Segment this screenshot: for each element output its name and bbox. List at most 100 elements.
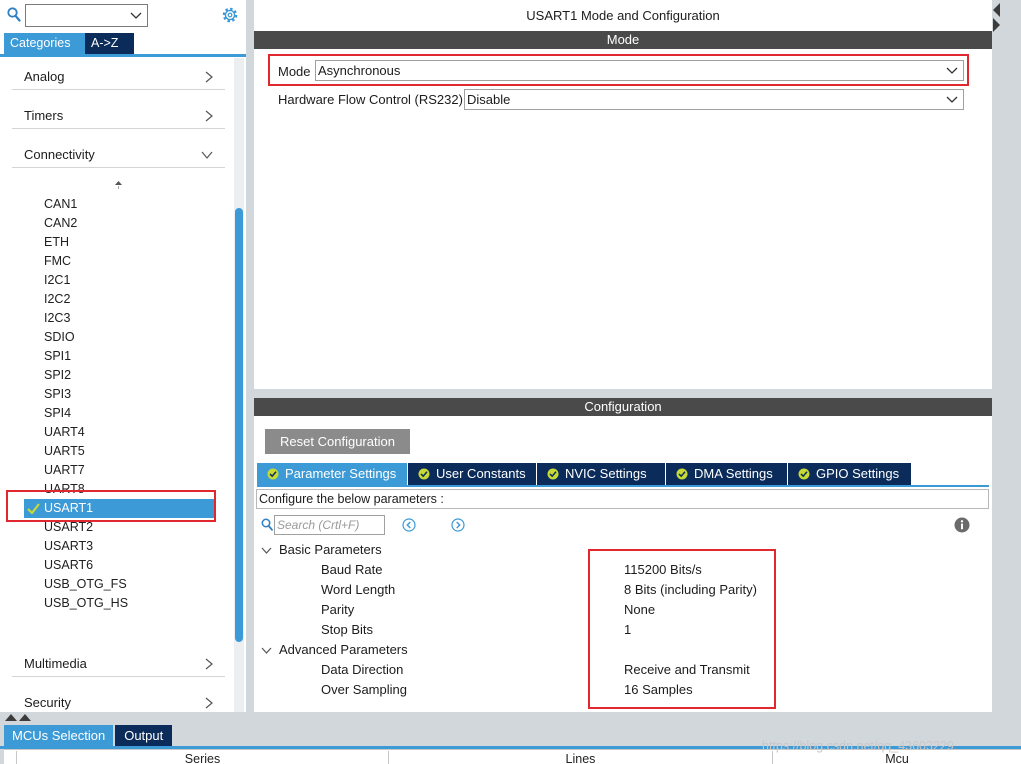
- tab-output[interactable]: Output: [115, 725, 173, 746]
- peripheral-item-spi4[interactable]: SPI4: [24, 404, 224, 423]
- mode-select[interactable]: Asynchronous: [315, 60, 964, 81]
- left-scrollbar[interactable]: [234, 58, 244, 712]
- peripheral-item-uart5[interactable]: UART5: [24, 442, 224, 461]
- left-tabs-underline: [0, 54, 246, 57]
- category-analog[interactable]: Analog: [12, 62, 225, 90]
- peripheral-label: USB_OTG_HS: [44, 596, 129, 610]
- parameter-name: Word Length: [321, 582, 396, 597]
- peripheral-label: FMC: [44, 254, 72, 268]
- tab-label: DMA Settings: [694, 466, 773, 481]
- peripheral-label: SPI4: [44, 406, 72, 420]
- peripheral-label: CAN2: [44, 216, 78, 230]
- peripheral-item-can1[interactable]: CAN1: [24, 195, 224, 214]
- scroll-up-arrow-icon[interactable]: [114, 180, 123, 190]
- bottom-tabs: MCUs Selection Output: [4, 725, 173, 746]
- peripheral-label: UART4: [44, 425, 85, 439]
- mode-select-value: Asynchronous: [318, 63, 401, 78]
- configuration-section-header: Configuration: [254, 398, 992, 416]
- chevron-down-icon[interactable]: [261, 547, 272, 555]
- tab-a-z[interactable]: A->Z: [85, 33, 134, 54]
- category-label: Security: [24, 695, 71, 710]
- tab-user-constants[interactable]: User Constants: [408, 463, 537, 485]
- bottom-splitter[interactable]: [0, 712, 1021, 724]
- chevron-right-icon: [205, 658, 213, 670]
- previous-match-icon[interactable]: [402, 518, 416, 532]
- category-label: Timers: [24, 108, 64, 123]
- peripheral-item-spi1[interactable]: SPI1: [24, 347, 224, 366]
- peripheral-item-spi3[interactable]: SPI3: [24, 385, 224, 404]
- category-security[interactable]: Security: [12, 688, 225, 712]
- mode-section: Mode Asynchronous Hardware Flow Control …: [254, 49, 992, 389]
- peripheral-item-can2[interactable]: CAN2: [24, 214, 224, 233]
- peripheral-item-usb-otg-hs[interactable]: USB_OTG_HS: [24, 594, 224, 613]
- column-header-series[interactable]: Series: [16, 751, 388, 764]
- parameter-name: Baud Rate: [321, 562, 383, 577]
- category-connectivity[interactable]: Connectivity: [12, 140, 225, 168]
- search-combobox[interactable]: [25, 4, 148, 27]
- peripheral-label: UART5: [44, 444, 85, 458]
- check-circle-icon: [267, 468, 279, 480]
- chevron-down-icon[interactable]: [261, 647, 272, 655]
- column-header-lines[interactable]: Lines: [388, 751, 772, 764]
- peripheral-label: USB_OTG_FS: [44, 577, 127, 591]
- peripheral-item-fmc[interactable]: FMC: [24, 252, 224, 271]
- flow-control-select[interactable]: Disable: [464, 89, 964, 110]
- peripheral-item-i2c2[interactable]: I2C2: [24, 290, 224, 309]
- collapse-arrow-icon[interactable]: [993, 3, 1001, 17]
- peripheral-item-sdio[interactable]: SDIO: [24, 328, 224, 347]
- category-label: Analog: [24, 69, 65, 84]
- peripheral-item-uart4[interactable]: UART4: [24, 423, 224, 442]
- peripheral-item-i2c3[interactable]: I2C3: [24, 309, 224, 328]
- category-label: Connectivity: [24, 147, 95, 162]
- tab-dma-settings[interactable]: DMA Settings: [666, 463, 788, 485]
- peripheral-label: USART2: [44, 520, 94, 534]
- gear-icon[interactable]: [221, 6, 239, 24]
- check-circle-icon: [798, 468, 810, 480]
- tab-gpio-settings[interactable]: GPIO Settings: [788, 463, 912, 485]
- parameter-name: Parity: [321, 602, 355, 617]
- peripheral-list: CAN1 CAN2 ETH FMC I2C1 I2C2 I2C3 SDIO SPI1 SPI2 SP…: [24, 195, 224, 613]
- tab-label: User Constants: [436, 466, 526, 481]
- parameter-group-label: Advanced Parameters: [279, 642, 408, 657]
- tab-categories[interactable]: Categories: [4, 33, 85, 54]
- reset-configuration-button[interactable]: Reset Configuration: [265, 429, 410, 454]
- chevron-right-icon: [205, 697, 213, 709]
- info-icon[interactable]: [954, 517, 970, 533]
- search-icon[interactable]: [261, 518, 273, 531]
- parameter-search-input[interactable]: Search (Crtl+F): [274, 515, 385, 535]
- values-highlight-box: [588, 549, 776, 709]
- tab-nvic-settings[interactable]: NVIC Settings: [537, 463, 666, 485]
- peripheral-item-spi2[interactable]: SPI2: [24, 366, 224, 385]
- left-search-row: [0, 0, 246, 32]
- section-divider[interactable]: [254, 389, 992, 398]
- flow-control-select-value: Disable: [467, 92, 511, 107]
- category-multimedia[interactable]: Multimedia: [12, 649, 225, 677]
- left-panel: Categories A->Z Analog Timers Connectivi…: [0, 0, 246, 712]
- peripheral-item-uart7[interactable]: UART7: [24, 461, 224, 480]
- tab-mcus-selection[interactable]: MCUs Selection: [4, 725, 114, 746]
- search-icon[interactable]: [7, 7, 21, 23]
- expand-arrow-icon[interactable]: [993, 18, 1001, 32]
- next-match-icon[interactable]: [451, 518, 465, 532]
- page-title: USART1 Mode and Configuration: [526, 8, 720, 23]
- peripheral-item-i2c1[interactable]: I2C1: [24, 271, 224, 290]
- peripheral-item-usart6[interactable]: USART6: [24, 556, 224, 575]
- tab-parameter-settings[interactable]: Parameter Settings: [257, 463, 408, 485]
- peripheral-label: SPI2: [44, 368, 72, 382]
- peripheral-item-usart3[interactable]: USART3: [24, 537, 224, 556]
- parameter-name: Stop Bits: [321, 622, 374, 637]
- category-timers[interactable]: Timers: [12, 101, 225, 129]
- peripheral-item-eth[interactable]: ETH: [24, 233, 224, 252]
- left-scrollbar-thumb[interactable]: [235, 208, 243, 642]
- collapse-up-icon[interactable]: [5, 714, 17, 721]
- peripheral-label: I2C1: [44, 273, 71, 287]
- peripheral-item-usb-otg-fs[interactable]: USB_OTG_FS: [24, 575, 224, 594]
- chevron-down-icon: [201, 151, 213, 159]
- parameter-group-label: Basic Parameters: [279, 542, 382, 557]
- chevron-right-icon: [205, 71, 213, 83]
- tab-label: Parameter Settings: [285, 466, 397, 481]
- tab-label: GPIO Settings: [816, 466, 900, 481]
- parameter-name: Data Direction: [321, 662, 404, 677]
- peripheral-label: ETH: [44, 235, 69, 249]
- expand-up-icon[interactable]: [19, 714, 31, 721]
